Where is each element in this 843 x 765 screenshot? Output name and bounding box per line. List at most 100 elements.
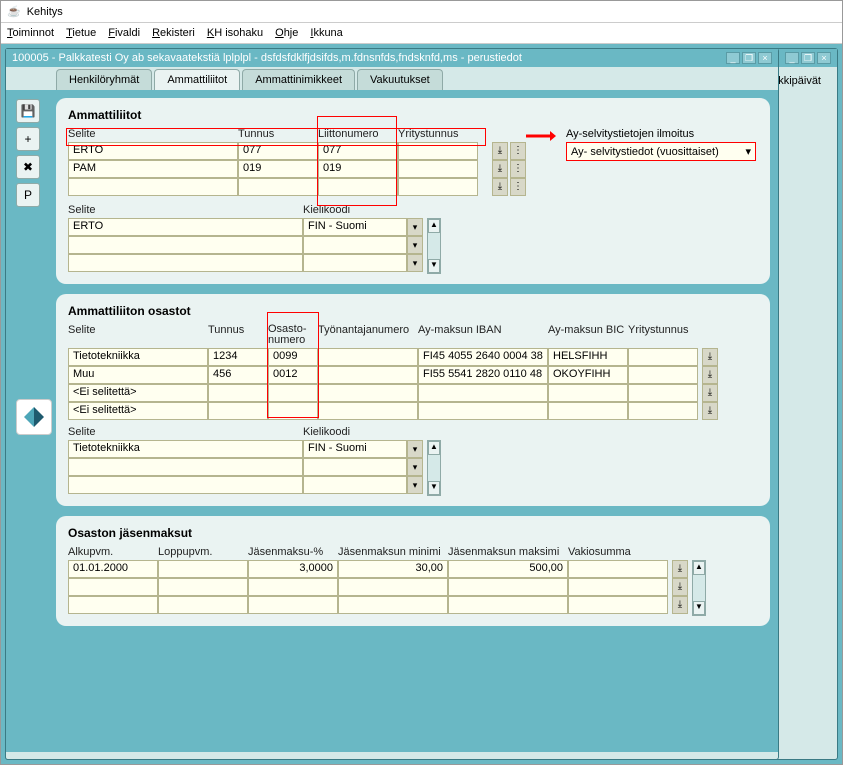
row-action-icon[interactable]: ⤓ <box>672 596 688 614</box>
cell[interactable] <box>68 236 303 254</box>
cell[interactable] <box>268 402 318 420</box>
menu-fivaldi[interactable]: Fivaldi <box>108 27 140 39</box>
cell[interactable] <box>318 178 398 196</box>
cell[interactable]: 0012 <box>268 366 318 384</box>
cell[interactable] <box>548 384 628 402</box>
cell[interactable] <box>238 178 318 196</box>
cell[interactable] <box>398 178 478 196</box>
cell[interactable] <box>208 402 268 420</box>
row-action-icon[interactable]: ⤓ <box>702 402 718 420</box>
scroll-down-icon[interactable]: ▼ <box>428 481 440 495</box>
cell[interactable] <box>448 578 568 596</box>
row-action-icon[interactable]: ⤓ <box>702 348 718 366</box>
cell[interactable] <box>68 178 238 196</box>
cell[interactable] <box>338 578 448 596</box>
row-action-icon[interactable]: ⤓ <box>702 366 718 384</box>
menu-kh-isohaku[interactable]: KH isohaku <box>207 27 263 39</box>
cell[interactable]: 077 <box>238 142 318 160</box>
chevron-down-icon[interactable]: ▾ <box>407 218 423 236</box>
cell[interactable] <box>318 402 418 420</box>
cell[interactable] <box>628 402 698 420</box>
row-action-icon[interactable]: ⤓ <box>702 384 718 402</box>
row-options-icon[interactable]: ⋮ <box>510 178 526 196</box>
cell[interactable]: ERTO <box>68 142 238 160</box>
cell[interactable] <box>158 596 248 614</box>
cell[interactable] <box>68 458 303 476</box>
cell[interactable] <box>318 348 418 366</box>
kieli-select[interactable]: FIN - Suomi <box>303 440 407 458</box>
cell[interactable]: Tietotekniikka <box>68 440 303 458</box>
cell[interactable]: 0099 <box>268 348 318 366</box>
cell[interactable] <box>568 578 668 596</box>
cell[interactable]: 3,0000 <box>248 560 338 578</box>
chevron-down-icon[interactable]: ▾ <box>407 458 423 476</box>
scroll-up-icon[interactable]: ▲ <box>428 219 440 233</box>
cell[interactable] <box>318 384 418 402</box>
row-options-icon[interactable]: ⋮ <box>510 142 526 160</box>
delete-row-icon[interactable]: ✖ <box>16 155 40 179</box>
maximize-icon[interactable]: ❐ <box>742 52 756 64</box>
row-action-icon[interactable]: ⤓ <box>492 178 508 196</box>
close-icon[interactable]: × <box>758 52 772 64</box>
cell[interactable]: OKOYFIHH <box>548 366 628 384</box>
cell[interactable] <box>568 596 668 614</box>
ay-selvitys-dropdown[interactable]: Ay- selvitystiedot (vuosittaiset) ▾ <box>566 142 756 161</box>
cell[interactable] <box>398 160 478 178</box>
inner-titlebar[interactable]: 100005 - Palkkatesti Oy ab sekavaateksti… <box>6 49 778 67</box>
cell[interactable]: 500,00 <box>448 560 568 578</box>
cell[interactable] <box>68 476 303 494</box>
kieli-select[interactable] <box>303 236 407 254</box>
scroll-down-icon[interactable]: ▼ <box>428 259 440 273</box>
cell[interactable] <box>548 402 628 420</box>
cell[interactable]: 456 <box>208 366 268 384</box>
maximize-icon[interactable]: ❐ <box>801 52 815 64</box>
cell[interactable]: 30,00 <box>338 560 448 578</box>
row-action-icon[interactable]: ⤓ <box>672 560 688 578</box>
cell[interactable] <box>628 348 698 366</box>
p-button[interactable]: P <box>16 183 40 207</box>
minimize-icon[interactable]: _ <box>726 52 740 64</box>
cell[interactable]: 019 <box>238 160 318 178</box>
menu-tietue[interactable]: Tietue <box>66 27 96 39</box>
cell[interactable] <box>248 596 338 614</box>
cell[interactable]: FI55 5541 2820 0110 48 <box>418 366 548 384</box>
cell[interactable]: Muu <box>68 366 208 384</box>
cell[interactable] <box>448 596 568 614</box>
cell[interactable] <box>628 384 698 402</box>
kieli-select[interactable]: FIN - Suomi <box>303 218 407 236</box>
kieli-select[interactable] <box>303 458 407 476</box>
cell[interactable] <box>68 578 158 596</box>
cell[interactable] <box>248 578 338 596</box>
cell[interactable] <box>338 596 448 614</box>
tab-ammattinimikkeet[interactable]: Ammattinimikkeet <box>242 69 355 90</box>
tab-henkiloryhmat[interactable]: Henkilöryhmät <box>56 69 152 90</box>
chevron-down-icon[interactable]: ▾ <box>407 254 423 272</box>
cell[interactable] <box>318 366 418 384</box>
cell[interactable] <box>418 384 548 402</box>
row-action-icon[interactable]: ⤓ <box>492 142 508 160</box>
cell[interactable] <box>418 402 548 420</box>
close-icon[interactable]: × <box>817 52 831 64</box>
save-icon[interactable]: 💾 <box>16 99 40 123</box>
cell[interactable]: <Ei selitettä> <box>68 402 208 420</box>
row-action-icon[interactable]: ⤓ <box>492 160 508 178</box>
cell[interactable]: 019 <box>318 160 398 178</box>
kieli-select[interactable] <box>303 254 407 272</box>
cell[interactable] <box>68 596 158 614</box>
scroll-up-icon[interactable]: ▲ <box>693 561 705 575</box>
cell[interactable]: Tietotekniikka <box>68 348 208 366</box>
menu-ohje[interactable]: Ohje <box>275 27 298 39</box>
tab-vakuutukset[interactable]: Vakuutukset <box>357 69 443 90</box>
cell[interactable] <box>158 560 248 578</box>
cell[interactable] <box>158 578 248 596</box>
cell[interactable] <box>208 384 268 402</box>
cell[interactable]: PAM <box>68 160 238 178</box>
cell[interactable] <box>68 254 303 272</box>
cell[interactable] <box>628 366 698 384</box>
row-options-icon[interactable]: ⋮ <box>510 160 526 178</box>
chevron-down-icon[interactable]: ▾ <box>407 440 423 458</box>
scroll-down-icon[interactable]: ▼ <box>693 601 705 615</box>
cell[interactable]: FI45 4055 2640 0004 38 <box>418 348 548 366</box>
cell[interactable]: HELSFIHH <box>548 348 628 366</box>
scroll-up-icon[interactable]: ▲ <box>428 441 440 455</box>
